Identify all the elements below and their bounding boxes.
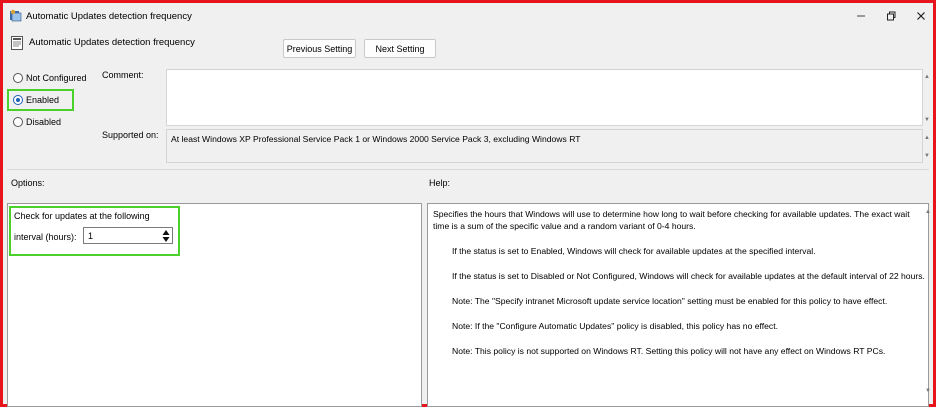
spin-arrows-icon[interactable] — [162, 229, 170, 243]
radio-label: Disabled — [26, 117, 62, 127]
comment-scroll-down-icon[interactable]: ▼ — [924, 116, 930, 124]
supported-on-label: Supported on: — [102, 130, 159, 140]
comment-label: Comment: — [102, 70, 144, 80]
previous-setting-button[interactable]: Previous Setting — [283, 39, 356, 58]
title-bar[interactable]: Automatic Updates detection frequency — [3, 3, 933, 29]
supported-on-value: At least Windows XP Professional Service… — [171, 134, 581, 144]
supported-scroll-down-icon[interactable]: ▼ — [924, 152, 930, 160]
radio-disabled[interactable]: Disabled — [13, 117, 61, 127]
minimize-button[interactable] — [846, 3, 876, 29]
help-paragraph: Note: If the "Configure Automatic Update… — [452, 321, 778, 331]
help-paragraph: If the status is set to Disabled or Not … — [452, 271, 925, 281]
radio-indicator[interactable] — [13, 73, 23, 83]
radio-indicator[interactable] — [13, 117, 23, 127]
close-icon — [917, 12, 925, 20]
help-paragraph: Specifies the hours that Windows will us… — [433, 209, 910, 231]
interval-value: 1 — [88, 231, 94, 241]
supported-on-field: At least Windows XP Professional Service… — [166, 129, 923, 163]
restore-icon — [887, 11, 896, 21]
setting-title: Automatic Updates detection frequency — [29, 37, 195, 48]
radio-indicator[interactable] — [13, 95, 23, 105]
comment-field[interactable] — [166, 69, 923, 126]
close-button[interactable] — [906, 3, 936, 29]
help-scroll-down-icon[interactable]: ▼ — [925, 387, 931, 395]
policy-dialog-window: Automatic Updates detection frequency Au… — [0, 0, 936, 407]
comment-scroll-up-icon[interactable]: ▲ — [924, 73, 930, 81]
help-paragraph: Note: This policy is not supported on Wi… — [452, 346, 886, 356]
policy-setting-icon — [11, 36, 23, 50]
options-heading: Options: — [11, 178, 45, 188]
help-paragraph: If the status is set to Enabled, Windows… — [452, 246, 816, 256]
radio-enabled[interactable]: Enabled — [13, 95, 59, 105]
policy-app-icon — [10, 9, 22, 22]
interval-description: Check for updates at the following — [14, 211, 150, 221]
minimize-icon — [857, 15, 865, 17]
radio-label: Enabled — [26, 95, 60, 105]
section-divider — [7, 169, 929, 170]
restore-button[interactable] — [876, 3, 906, 29]
interval-hours-spinbox[interactable]: 1 — [83, 227, 173, 244]
window-title: Automatic Updates detection frequency — [26, 11, 192, 22]
next-setting-button[interactable]: Next Setting — [364, 39, 436, 58]
radio-not-configured[interactable]: Not Configured — [13, 73, 87, 83]
help-heading: Help: — [429, 178, 451, 188]
radio-label: Not Configured — [26, 73, 87, 83]
supported-scroll-up-icon[interactable]: ▲ — [924, 134, 930, 142]
interval-label: interval (hours): — [14, 232, 77, 242]
help-paragraph: Note: The "Specify intranet Microsoft up… — [452, 296, 888, 306]
